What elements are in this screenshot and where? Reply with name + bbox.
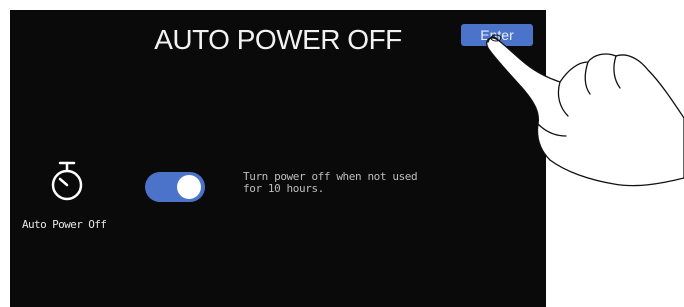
auto-power-off-toggle[interactable]: [145, 172, 205, 202]
page: AUTO POWER OFF Enter Auto Power Off Turn…: [0, 0, 684, 307]
auto-power-off-label: Auto Power Off: [22, 218, 107, 231]
enter-button[interactable]: Enter: [461, 24, 533, 46]
stopwatch-icon: [51, 161, 83, 201]
setting-description: Turn power off when not used for 10 hour…: [243, 170, 418, 195]
toggle-knob: [177, 175, 201, 199]
device-screen: AUTO POWER OFF Enter Auto Power Off Turn…: [10, 10, 546, 307]
